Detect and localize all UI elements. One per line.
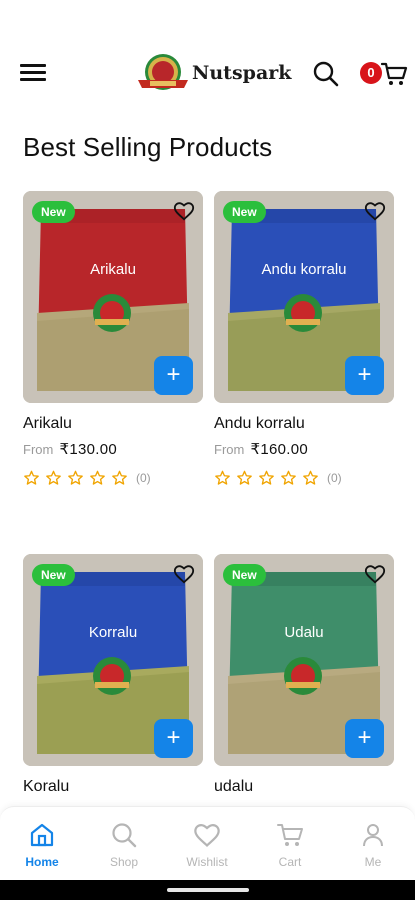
brand-name: Nutspark [192,62,292,84]
product-name[interactable]: Andu korralu [214,415,305,433]
cart-count-badge: 0 [360,62,382,84]
header-cart-button[interactable]: 0 [360,58,408,92]
nav-label-shop: Shop [109,855,139,869]
add-to-cart-button[interactable]: + [154,719,193,758]
product-image[interactable]: Korralu New + [23,554,203,766]
new-badge: New [223,564,266,586]
product-name[interactable]: Koralu [23,778,69,796]
product-card[interactable]: Arikalu New + Arikalu From ₹130.00 (0) [23,191,203,511]
heart-icon [194,823,220,848]
new-badge: New [223,201,266,223]
nav-item-home[interactable]: Home [7,821,77,869]
app-header: Nutspark 0 [0,0,415,120]
nav-item-cart[interactable]: Cart [255,821,325,869]
star-outline-icon [68,470,83,485]
product-price: ₹130.00 [59,441,118,458]
cart-icon [277,824,303,846]
wishlist-heart-icon[interactable] [173,200,195,222]
add-to-cart-button[interactable]: + [345,719,384,758]
nav-item-wishlist[interactable]: Wishlist [172,821,242,869]
rating-count: (0) [327,471,342,485]
product-image[interactable]: Arikalu New + [23,191,203,403]
product-image[interactable]: Andu korralu New + [214,191,394,403]
search-icon [313,61,339,87]
price-from-label: From [214,442,245,457]
product-rating: (0) [23,470,151,486]
star-outline-icon [281,470,296,485]
cart-icon [380,62,408,85]
product-price: ₹160.00 [250,441,309,458]
nav-label-cart: Cart [278,855,302,869]
product-price-row: From ₹160.00 [214,440,308,458]
nutspark-logo-icon [138,54,188,90]
brand-logo[interactable]: Nutspark [136,50,291,96]
user-icon [363,824,383,847]
home-icon [30,823,54,847]
price-from-label: From [23,442,54,457]
add-to-cart-button[interactable]: + [345,356,384,395]
hamburger-menu-icon[interactable] [20,64,46,84]
star-outline-icon [237,470,252,485]
product-name[interactable]: Arikalu [23,415,72,433]
pouch-label: Andu korralu [261,261,347,278]
new-badge: New [32,201,75,223]
product-price-row: From ₹130.00 [23,440,117,458]
system-gesture-bar [0,880,415,900]
star-outline-icon [259,470,274,485]
nav-item-shop[interactable]: Shop [89,821,159,869]
section-title: Best Selling Products [23,132,273,162]
product-card[interactable]: Andu korralu New + Andu korralu From ₹16… [214,191,394,511]
nav-label-wishlist: Wishlist [186,855,228,869]
nav-label-me: Me [364,855,382,869]
wishlist-heart-icon[interactable] [364,563,386,585]
add-to-cart-button[interactable]: + [154,356,193,395]
pouch-label: Arikalu [90,261,136,278]
star-outline-icon [90,470,105,485]
rating-count: (0) [136,471,151,485]
star-outline-icon [303,470,318,485]
nav-label-home: Home [25,855,59,869]
pouch-label: Korralu [88,624,138,641]
wishlist-heart-icon[interactable] [364,200,386,222]
product-image[interactable]: Udalu New + [214,554,394,766]
product-rating: (0) [214,470,342,486]
search-icon [112,823,137,848]
star-outline-icon [24,470,39,485]
new-badge: New [32,564,75,586]
wishlist-heart-icon[interactable] [173,563,195,585]
product-name[interactable]: udalu [214,778,253,796]
bottom-navigation: Home Shop Wishlist Cart Me [0,806,415,880]
star-outline-icon [215,470,230,485]
star-outline-icon [112,470,127,485]
star-outline-icon [46,470,61,485]
home-gesture-handle[interactable] [167,888,249,892]
nav-item-me[interactable]: Me [338,821,408,869]
search-button[interactable] [312,60,340,88]
pouch-label: Udalu [284,624,324,641]
